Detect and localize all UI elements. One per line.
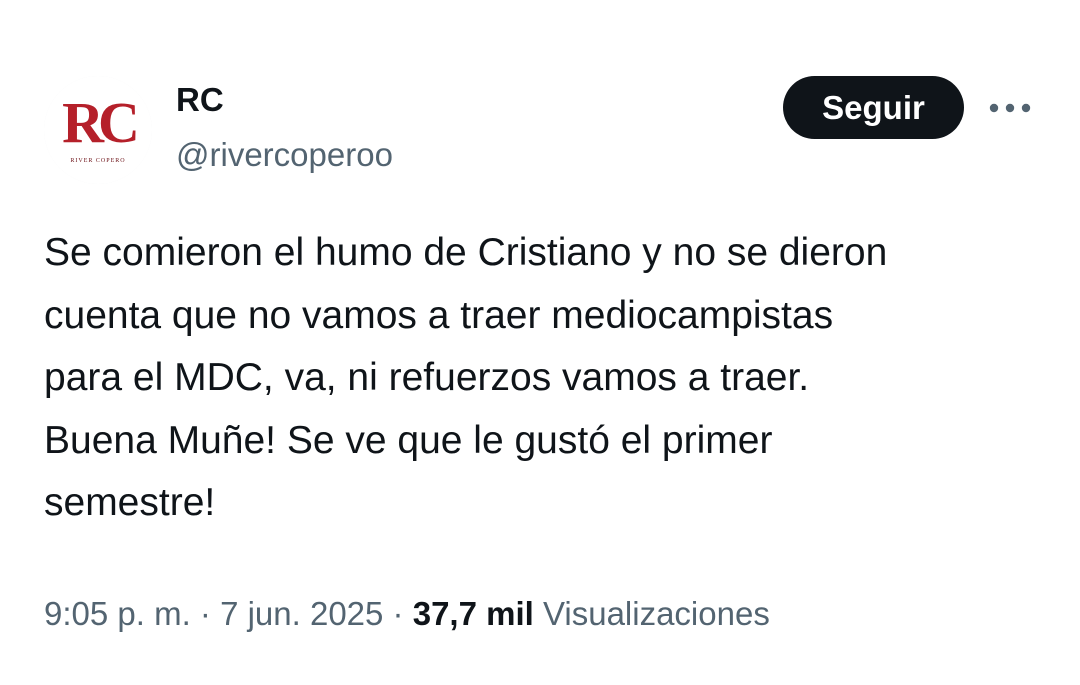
more-options-button[interactable]	[986, 90, 1034, 126]
views-label[interactable]: Visualizaciones	[543, 595, 770, 632]
tweet-text: Se comieron el humo de Cristiano y no se…	[44, 231, 888, 524]
avatar-logo-caption: RIVER COPERO	[70, 158, 125, 164]
meta-separator: ·	[190, 595, 221, 632]
more-horizontal-icon	[989, 103, 1031, 113]
river-copero-logo-icon: RC RIVER COPERO	[44, 76, 152, 184]
tweet-metadata: 9:05 p. m. · 7 jun. 2025 · 37,7 mil Visu…	[44, 592, 770, 636]
author-name[interactable]: RC	[176, 80, 224, 120]
meta-separator: ·	[383, 595, 413, 632]
follow-button[interactable]: Seguir	[783, 76, 964, 139]
avatar[interactable]: RC RIVER COPERO	[44, 76, 152, 184]
views-count[interactable]: 37,7 mil	[413, 595, 534, 632]
tweet-date[interactable]: 7 jun. 2025	[220, 595, 383, 632]
author-handle[interactable]: @rivercoperoo	[176, 135, 393, 175]
tweet-card: RC RIVER COPERO RC @rivercoperoo Seguir …	[0, 0, 1080, 685]
tweet-time[interactable]: 9:05 p. m.	[44, 595, 191, 632]
avatar-logo-text: RC	[62, 90, 136, 155]
